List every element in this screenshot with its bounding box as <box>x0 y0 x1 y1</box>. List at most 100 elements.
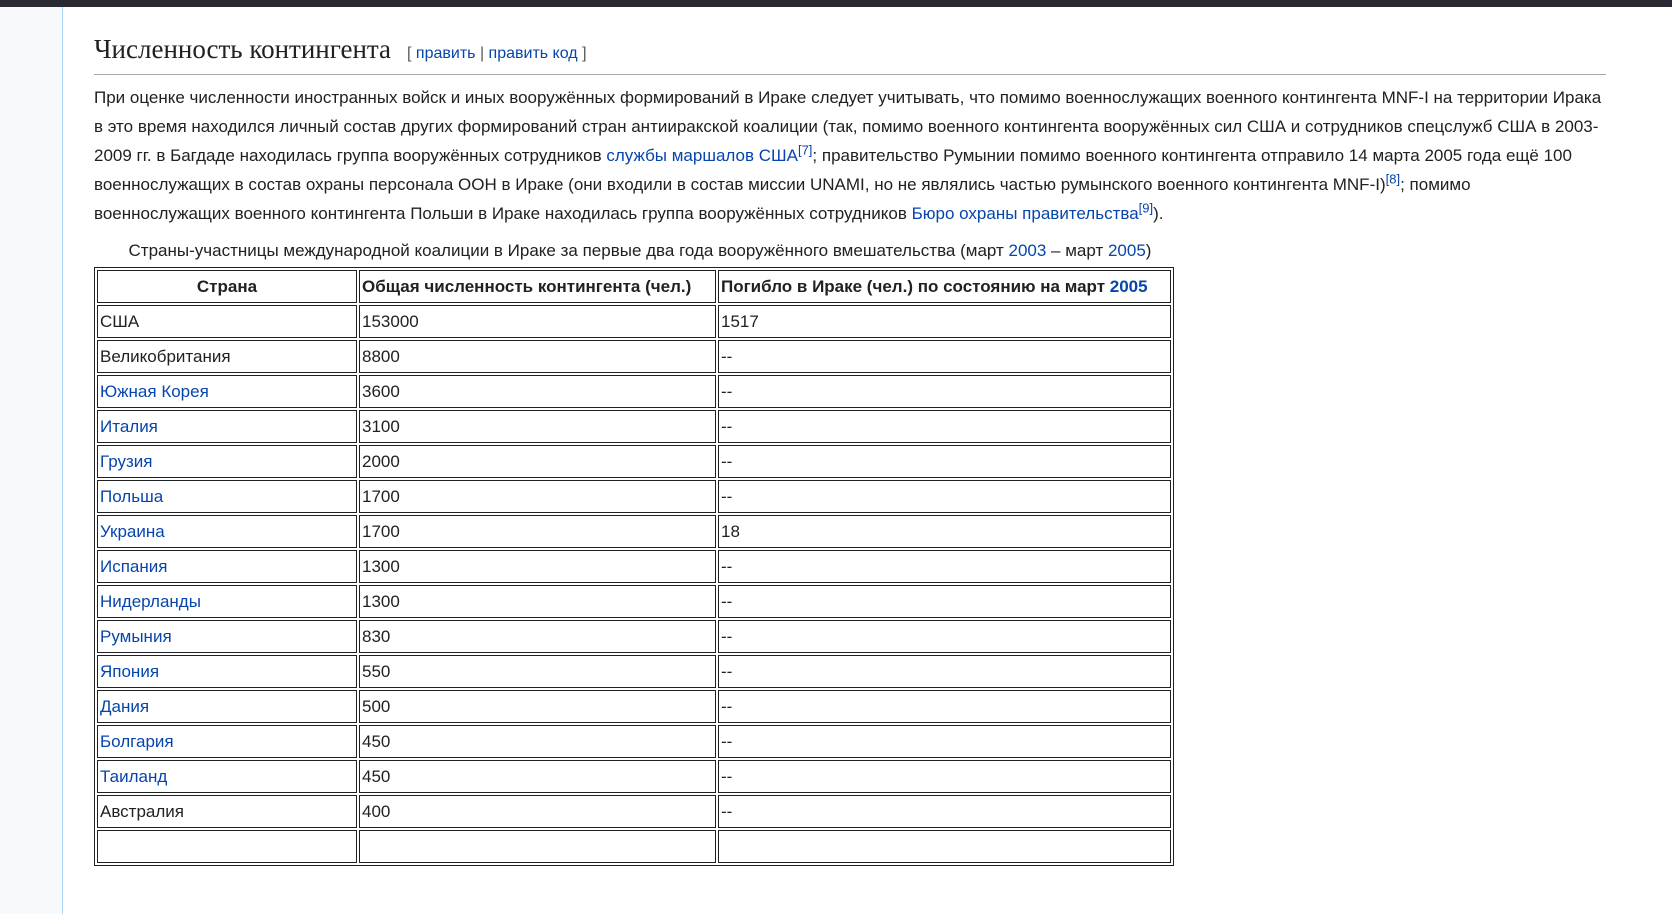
cell-total: 400 <box>359 795 716 828</box>
edit-section-links: [ править | править код ] <box>407 45 587 62</box>
cell-country: Италия <box>97 410 357 443</box>
cell-total: 450 <box>359 760 716 793</box>
table-row: Япония 550 -- <box>97 655 1171 688</box>
link-bor[interactable]: Бюро охраны правительства <box>912 204 1139 223</box>
cell-country: Южная Корея <box>97 375 357 408</box>
table-row: Южная Корея 3600 -- <box>97 375 1171 408</box>
link-marshals[interactable]: службы маршалов США <box>606 146 798 165</box>
country-link[interactable]: Южная Корея <box>100 382 209 401</box>
table-row: Болгария 450 -- <box>97 725 1171 758</box>
table-row: США 153000 1517 <box>97 305 1171 338</box>
cell-killed: -- <box>718 620 1171 653</box>
section-title: Численность контингента <box>94 34 392 64</box>
cell-country: США <box>97 305 357 338</box>
table-row: Италия 3100 -- <box>97 410 1171 443</box>
cell-killed: -- <box>718 480 1171 513</box>
cell-killed: -- <box>718 655 1171 688</box>
table-row: Таиланд 450 -- <box>97 760 1171 793</box>
table-row: Австралия 400 -- <box>97 795 1171 828</box>
link-2003[interactable]: 2003 <box>1009 241 1047 260</box>
cell-total: 8800 <box>359 340 716 373</box>
table-row: Дания 500 -- <box>97 690 1171 723</box>
country-name: Великобритания <box>100 346 231 366</box>
table-row: Грузия 2000 -- <box>97 445 1171 478</box>
cell-killed: -- <box>718 410 1171 443</box>
country-link[interactable]: Таиланд <box>100 767 167 786</box>
table-row: Нидерланды 1300 -- <box>97 585 1171 618</box>
cell-total: 3100 <box>359 410 716 443</box>
intro-paragraph: При оценке численности иностранных войск… <box>94 88 1602 223</box>
edit-link[interactable]: править <box>416 45 476 62</box>
cell-total: 500 <box>359 690 716 723</box>
cell-total: 1700 <box>359 515 716 548</box>
country-link[interactable]: Дания <box>100 697 149 716</box>
country-link[interactable]: Италия <box>100 417 158 436</box>
edit-source-link[interactable]: править код <box>489 45 578 62</box>
header-killed: Погибло в Ираке (чел.) по состоянию на м… <box>718 270 1171 303</box>
table-row <box>97 830 1171 863</box>
cell-country <box>97 830 357 863</box>
cell-killed: -- <box>718 445 1171 478</box>
cell-total: 550 <box>359 655 716 688</box>
header-country: Страна <box>97 270 357 303</box>
cell-total <box>359 830 716 863</box>
cell-killed: -- <box>718 585 1171 618</box>
table-row: Великобритания 8800 -- <box>97 340 1171 373</box>
cell-killed <box>718 830 1171 863</box>
country-link[interactable]: Румыния <box>100 627 172 646</box>
country-link[interactable]: Грузия <box>100 452 153 471</box>
cell-killed: -- <box>718 690 1171 723</box>
cell-country: Болгария <box>97 725 357 758</box>
article-content: Численность контингента [ править | прави… <box>62 7 1672 914</box>
ref-8[interactable]: [8] <box>1386 171 1400 186</box>
country-link[interactable]: Польша <box>100 487 163 506</box>
cell-killed: -- <box>718 340 1171 373</box>
table-row: Украина 1700 18 <box>97 515 1171 548</box>
header-total: Общая численность контингента (чел.) <box>359 270 716 303</box>
cell-killed: 1517 <box>718 305 1171 338</box>
cell-country: Великобритания <box>97 340 357 373</box>
cell-country: Румыния <box>97 620 357 653</box>
table-row: Испания 1300 -- <box>97 550 1171 583</box>
cell-country: Япония <box>97 655 357 688</box>
table-row: Польша 1700 -- <box>97 480 1171 513</box>
link-2005[interactable]: 2005 <box>1108 241 1146 260</box>
table-row: Румыния 830 -- <box>97 620 1171 653</box>
cell-country: Польша <box>97 480 357 513</box>
country-name: США <box>100 311 140 331</box>
country-link[interactable]: Япония <box>100 662 159 681</box>
ref-7[interactable]: [7] <box>798 142 812 157</box>
cell-total: 830 <box>359 620 716 653</box>
cell-total: 2000 <box>359 445 716 478</box>
country-link[interactable]: Нидерланды <box>100 592 201 611</box>
country-name: Австралия <box>100 801 184 821</box>
cell-killed: -- <box>718 725 1171 758</box>
section-heading: Численность контингента [ править | прави… <box>94 31 1606 75</box>
cell-total: 1300 <box>359 550 716 583</box>
cell-killed: 18 <box>718 515 1171 548</box>
country-link[interactable]: Испания <box>100 557 167 576</box>
cell-total: 3600 <box>359 375 716 408</box>
cell-country: Австралия <box>97 795 357 828</box>
cell-killed: -- <box>718 760 1171 793</box>
cell-country: Испания <box>97 550 357 583</box>
table-caption: Страны-участницы международной коалиции … <box>128 241 1152 260</box>
cell-killed: -- <box>718 375 1171 408</box>
cell-total: 450 <box>359 725 716 758</box>
cell-country: Грузия <box>97 445 357 478</box>
coalition-table: Страна Общая численность контингента (че… <box>94 267 1174 866</box>
link-2005-header[interactable]: 2005 <box>1110 277 1148 296</box>
cell-country: Дания <box>97 690 357 723</box>
cell-killed: -- <box>718 795 1171 828</box>
cell-country: Нидерланды <box>97 585 357 618</box>
cell-killed: -- <box>718 550 1171 583</box>
ref-9[interactable]: [9] <box>1139 200 1153 215</box>
cell-country: Украина <box>97 515 357 548</box>
country-link[interactable]: Украина <box>100 522 165 541</box>
cell-total: 1700 <box>359 480 716 513</box>
browser-top-bar <box>0 0 1672 7</box>
cell-total: 1300 <box>359 585 716 618</box>
table-header-row: Страна Общая численность контингента (че… <box>97 270 1171 303</box>
cell-country: Таиланд <box>97 760 357 793</box>
country-link[interactable]: Болгария <box>100 732 174 751</box>
